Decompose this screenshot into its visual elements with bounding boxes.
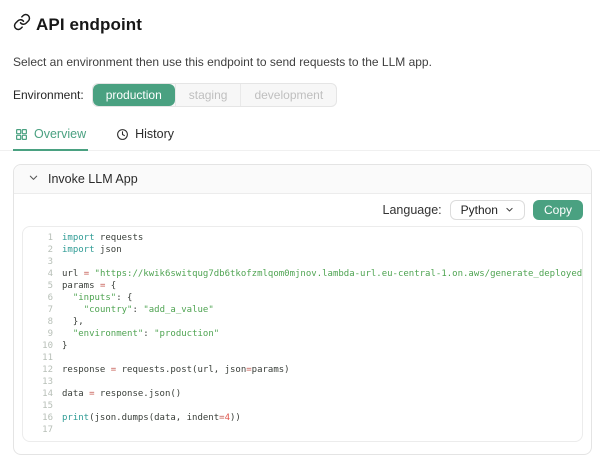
code-line-content: url = "https://kwik6switqug7db6tkofzmlqo…	[53, 268, 583, 280]
language-select[interactable]: Python	[450, 200, 525, 220]
language-label: Language:	[383, 203, 442, 217]
panel-title: Invoke LLM App	[48, 172, 138, 186]
appstore-grid-icon	[15, 128, 28, 141]
code-line: 5params = {	[23, 280, 582, 292]
code-line: 8 },	[23, 316, 582, 328]
code-editor[interactable]: 1import requests2import json3 4url = "ht…	[22, 226, 583, 442]
code-line: 15	[23, 400, 582, 412]
line-number: 11	[23, 352, 53, 364]
panel-body: Language: Python Copy 1import requests2i…	[14, 194, 591, 454]
tab-bar: Overview History	[0, 122, 600, 151]
code-line-content: print(json.dumps(data, indent=4))	[53, 412, 241, 424]
code-line: 13	[23, 376, 582, 388]
code-line-content	[53, 424, 67, 436]
code-line-content: "environment": "production"	[53, 328, 219, 340]
code-line: 6 "inputs": {	[23, 292, 582, 304]
code-line-content: data = response.json()	[53, 388, 181, 400]
page-header: API endpoint	[13, 13, 592, 36]
code-line-content: response = requests.post(url, json=param…	[53, 364, 290, 376]
tab-history-label: History	[135, 127, 174, 141]
environment-selector: production staging development	[92, 83, 337, 107]
tab-history[interactable]: History	[114, 122, 176, 150]
line-number: 12	[23, 364, 53, 376]
code-line-content: import json	[53, 244, 122, 256]
environment-row: Environment: production staging developm…	[13, 83, 592, 107]
environment-option-development[interactable]: development	[240, 84, 336, 106]
code-line-content: },	[53, 316, 84, 328]
environment-label: Environment:	[13, 88, 84, 102]
line-number: 4	[23, 268, 53, 280]
chevron-down-icon	[28, 172, 39, 186]
code-line: 17	[23, 424, 582, 436]
code-line-content	[53, 256, 67, 268]
line-number: 14	[23, 388, 53, 400]
code-line-content: params = {	[53, 280, 116, 292]
invoke-llm-app-panel: Invoke LLM App Language: Python Copy 1im…	[13, 164, 592, 455]
code-toolbar: Language: Python Copy	[22, 199, 583, 221]
environment-option-staging[interactable]: staging	[175, 84, 241, 106]
environment-option-production[interactable]: production	[93, 84, 175, 106]
code-line: 9 "environment": "production"	[23, 328, 582, 340]
line-number: 7	[23, 304, 53, 316]
line-number: 16	[23, 412, 53, 424]
code-line: 14data = response.json()	[23, 388, 582, 400]
code-line-content: import requests	[53, 232, 143, 244]
line-number: 6	[23, 292, 53, 304]
line-number: 10	[23, 340, 53, 352]
code-line-content	[53, 352, 67, 364]
history-clock-icon	[116, 128, 129, 141]
line-number: 13	[23, 376, 53, 388]
code-line: 1import requests	[23, 232, 582, 244]
line-number: 17	[23, 424, 53, 436]
code-line-content: "inputs": {	[53, 292, 132, 304]
api-link-icon	[13, 13, 31, 36]
code-line-content	[53, 376, 67, 388]
line-number: 5	[23, 280, 53, 292]
code-line: 3	[23, 256, 582, 268]
line-number: 15	[23, 400, 53, 412]
code-line: 2import json	[23, 244, 582, 256]
chevron-down-icon	[505, 203, 514, 217]
code-line: 11	[23, 352, 582, 364]
panel-header[interactable]: Invoke LLM App	[14, 165, 591, 194]
copy-button[interactable]: Copy	[533, 200, 583, 220]
language-select-value: Python	[461, 203, 498, 217]
tab-overview-label: Overview	[34, 127, 86, 141]
line-number: 9	[23, 328, 53, 340]
tab-overview[interactable]: Overview	[13, 122, 88, 150]
code-line-content	[53, 400, 67, 412]
code-line: 10}	[23, 340, 582, 352]
code-line-content: "country": "add_a_value"	[53, 304, 214, 316]
line-number: 1	[23, 232, 53, 244]
line-number: 3	[23, 256, 53, 268]
page-title: API endpoint	[36, 15, 142, 35]
code-line-content: }	[53, 340, 67, 352]
api-endpoint-page: API endpoint Select an environment then …	[0, 0, 600, 455]
page-description: Select an environment then use this endp…	[13, 55, 592, 69]
code-line: 7 "country": "add_a_value"	[23, 304, 582, 316]
line-number: 2	[23, 244, 53, 256]
code-line: 12response = requests.post(url, json=par…	[23, 364, 582, 376]
code-line: 4url = "https://kwik6switqug7db6tkofzmlq…	[23, 268, 582, 280]
line-number: 8	[23, 316, 53, 328]
code-line: 16print(json.dumps(data, indent=4))	[23, 412, 582, 424]
